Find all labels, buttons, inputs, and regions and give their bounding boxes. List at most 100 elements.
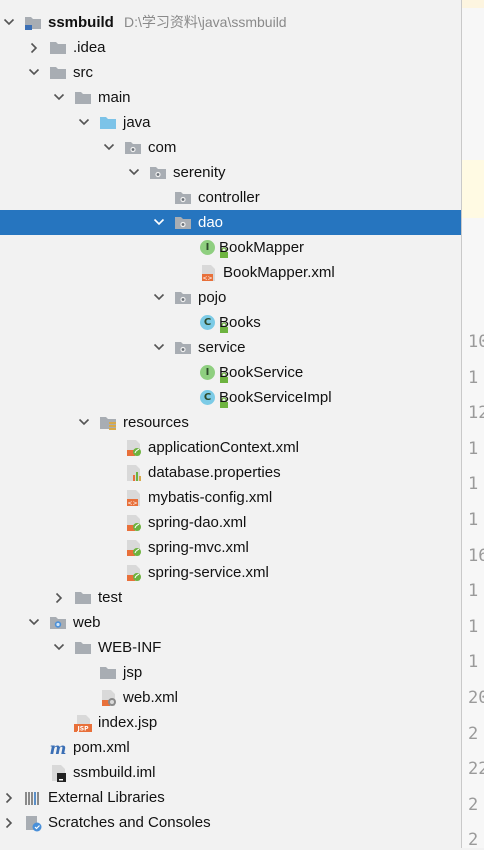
tree-node[interactable]: spring-service.xml [0,560,461,585]
line-number: 2 [468,830,479,850]
chevron-down-icon[interactable] [152,285,166,310]
tree-node-label: resources [123,414,189,431]
chevron-down-icon[interactable] [77,410,91,435]
xml-file-icon: <> [124,489,142,507]
chevron-right-icon[interactable] [52,585,66,610]
package-icon [174,339,192,357]
tree-node[interactable]: src [0,60,461,85]
tree-node-label: src [73,64,93,81]
tree-node[interactable]: serenity [0,160,461,185]
folder-icon [49,64,67,82]
tree-node-label: test [98,589,123,606]
folder-icon [49,39,67,57]
tree-node-label: applicationContext.xml [148,439,299,456]
line-number: 20 [468,688,484,708]
chevron-down-icon[interactable] [52,85,66,110]
iml-file-icon [49,764,67,782]
tree-node[interactable]: WEB-INF [0,635,461,660]
chevron-down-icon[interactable] [127,160,141,185]
class-icon: C [199,314,228,333]
scratches-icon [24,814,42,832]
tree-node[interactable]: com [0,135,461,160]
tree-node-label: External Libraries [48,789,165,806]
chevron-right-icon[interactable] [27,35,41,60]
class-icon: C [199,389,228,408]
tree-node[interactable]: spring-dao.xml [0,510,461,535]
tree-node-label: pom.xml [73,739,130,756]
chevron-down-icon[interactable] [77,110,91,135]
tree-node[interactable]: service [0,335,461,360]
chevron-down-icon[interactable] [52,635,66,660]
tree-node-label: spring-dao.xml [148,514,247,531]
tree-node[interactable]: Scratches and Consoles [0,810,461,835]
tree-node[interactable]: ssmbuild D:\学习资料\java\ssmbuild [0,10,461,35]
chevron-down-icon[interactable] [27,610,41,635]
tree-node[interactable]: <> BookMapper.xml [0,260,461,285]
module-folder-icon [24,14,42,32]
tree-node[interactable]: spring-mvc.xml [0,535,461,560]
chevron-down-icon[interactable] [27,60,41,85]
tree-node[interactable]: m pom.xml [0,735,461,760]
tree-node-label: mybatis-config.xml [148,489,273,506]
tree-node[interactable]: controller [0,185,461,210]
folder-icon [74,639,92,657]
spring-xml-icon [124,514,142,532]
tree-node[interactable]: C Books [0,310,461,335]
tree-node[interactable]: resources [0,410,461,435]
tree-node-label: pojo [198,289,227,306]
tree-node-label: database.properties [148,464,281,481]
tree-node[interactable]: web.xml [0,685,461,710]
maven-icon: m [49,739,67,758]
tree-node-label: com [148,139,177,156]
line-number: 16 [468,546,484,566]
tree-node[interactable]: C BookServiceImpl [0,385,461,410]
chevron-down-icon[interactable] [152,210,166,235]
chevron-down-icon[interactable] [152,335,166,360]
tree-node[interactable]: database.properties [0,460,461,485]
xml-file-icon: <> [199,264,217,282]
tree-node-label: web [73,614,101,631]
tree-node-label: spring-mvc.xml [148,539,249,556]
editor-tab-edge [462,0,484,8]
chevron-down-icon[interactable] [102,135,116,160]
line-number: 1 [468,474,479,494]
tree-node[interactable]: jsp [0,660,461,685]
tree-node[interactable]: web [0,610,461,635]
package-icon [174,214,192,232]
project-tree-panel: ssmbuild D:\学习资料\java\ssmbuild .idea src mai… [0,0,461,848]
tree-node[interactable]: test [0,585,461,610]
chevron-down-icon[interactable] [2,10,16,35]
tree-node[interactable]: main [0,85,461,110]
project-path-hint: D:\学习资料\java\ssmbuild [124,14,287,30]
tree-node[interactable]: I BookService [0,360,461,385]
libraries-icon [24,789,42,807]
chevron-right-icon[interactable] [2,785,16,810]
tree-node-label: controller [198,189,260,206]
tree-node[interactable]: <> mybatis-config.xml [0,485,461,510]
tree-node[interactable]: dao [0,210,461,235]
chevron-right-icon[interactable] [2,810,16,835]
folder-icon [74,589,92,607]
svg-text:m: m [50,739,67,757]
tree-node[interactable]: JSP index.jsp [0,710,461,735]
tree-node[interactable]: applicationContext.xml [0,435,461,460]
tree-node[interactable]: pojo [0,285,461,310]
tree-node[interactable]: .idea [0,35,461,60]
tree-node[interactable]: External Libraries [0,785,461,810]
spring-xml-icon [124,564,142,582]
package-icon [149,164,167,182]
tree-node-label: ssmbuild [48,14,114,31]
package-icon [174,289,192,307]
tree-node[interactable]: java [0,110,461,135]
line-number: 1 [468,510,479,530]
line-number: 12 [468,403,484,423]
tree-node-label: java [123,114,151,131]
tree-node-label: spring-service.xml [148,564,269,581]
line-number: 1 [468,368,479,388]
tree-node[interactable]: ssmbuild.iml [0,760,461,785]
tree-node[interactable]: I BookMapper [0,235,461,260]
tree-node-label: serenity [173,164,226,181]
resources-folder-icon [99,414,117,432]
line-number: 1 [468,581,479,601]
editor-current-line-highlight [462,160,484,218]
